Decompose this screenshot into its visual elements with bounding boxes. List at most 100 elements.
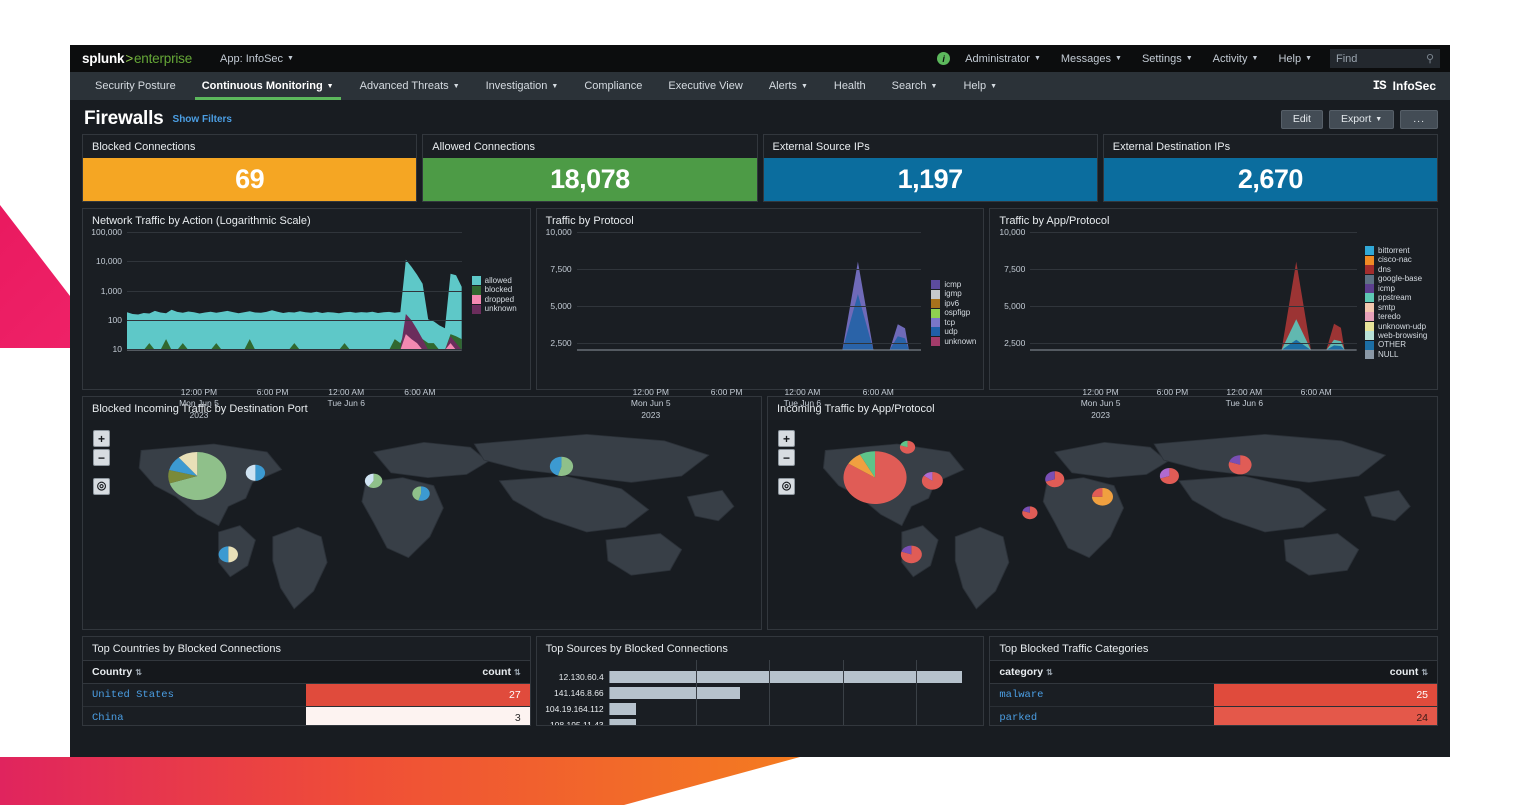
map-zoom-in-button[interactable]: +: [778, 430, 795, 447]
topbar-item-messages[interactable]: Messages▼: [1051, 53, 1132, 65]
nav-item-security-posture[interactable]: Security Posture: [82, 72, 189, 100]
kpi-external-source-ips[interactable]: External Source IPs 1,197: [763, 134, 1098, 202]
gridline: [577, 306, 922, 307]
cell-category[interactable]: parked: [990, 707, 1213, 727]
legend-item[interactable]: ipv6: [931, 299, 976, 308]
find-input[interactable]: Find ⚲: [1330, 49, 1440, 68]
legend-item[interactable]: NULL: [1365, 350, 1427, 359]
legend-item[interactable]: OTHER: [1365, 340, 1427, 349]
legend-item[interactable]: blocked: [472, 285, 517, 294]
chart-plot-traffic-by-protocol[interactable]: icmpigmpipv6ospfigptcpudpunknown 10,0007…: [577, 232, 922, 382]
legend-item[interactable]: allowed: [472, 276, 517, 285]
kpi-external-destination-ips[interactable]: External Destination IPs 2,670: [1103, 134, 1438, 202]
column-header-count-label: count: [482, 666, 511, 678]
table-row[interactable]: China 3: [83, 707, 530, 727]
chart-legend-traffic-by-app-protocol: bittorrentcisco-nacdnsgoogle-baseicmppps…: [1365, 246, 1427, 359]
nav-item-help[interactable]: Help▼: [950, 72, 1010, 100]
cell-category[interactable]: malware: [990, 684, 1213, 707]
nav-item-health[interactable]: Health: [821, 72, 879, 100]
legend-item[interactable]: cisco-nac: [1365, 255, 1427, 264]
table-row[interactable]: parked 24: [990, 707, 1437, 727]
nav-item-executive-view[interactable]: Executive View: [655, 72, 755, 100]
legend-item[interactable]: teredo: [1365, 312, 1427, 321]
map-zoom-out-button[interactable]: −: [778, 449, 795, 466]
kpi-allowed-connections[interactable]: Allowed Connections 18,078: [422, 134, 757, 202]
chart-plot-traffic-by-app-protocol[interactable]: bittorrentcisco-nacdnsgoogle-baseicmppps…: [1030, 232, 1357, 382]
show-filters-link[interactable]: Show Filters: [173, 114, 232, 125]
dashboard-header: Firewalls Show Filters Edit Export▼ ...: [70, 100, 1450, 134]
table-row[interactable]: United States 27: [83, 684, 530, 707]
column-header-count[interactable]: count⇅: [306, 661, 529, 684]
legend-item[interactable]: smtp: [1365, 303, 1427, 312]
splunk-logo[interactable]: splunk>enterprise: [82, 51, 192, 66]
nav-item-continuous-monitoring[interactable]: Continuous Monitoring▼: [189, 72, 347, 100]
more-options-button[interactable]: ...: [1400, 110, 1438, 129]
legend-item[interactable]: igmp: [931, 289, 976, 298]
legend-item[interactable]: udp: [931, 327, 976, 336]
legend-label: ppstream: [1378, 293, 1411, 302]
legend-item[interactable]: dropped: [472, 295, 517, 304]
topbar-item-help[interactable]: Help▼: [1268, 53, 1322, 65]
legend-item[interactable]: dns: [1365, 265, 1427, 274]
column-header-count[interactable]: count⇅: [1214, 661, 1437, 684]
legend-item[interactable]: icmp: [931, 280, 976, 289]
cell-country[interactable]: United States: [83, 684, 306, 707]
legend-item[interactable]: ppstream: [1365, 293, 1427, 302]
nav-item-investigation[interactable]: Investigation▼: [473, 72, 572, 100]
legend-item[interactable]: unknown-udp: [1365, 322, 1427, 331]
legend-item[interactable]: google-base: [1365, 274, 1427, 283]
x-axis-tick-label: 6:00 AM: [404, 382, 435, 398]
gridline: [843, 660, 844, 726]
column-header-category[interactable]: category⇅: [990, 661, 1213, 684]
map-reset-view-button[interactable]: ◎: [778, 478, 795, 495]
cell-country[interactable]: China: [83, 707, 306, 727]
kpi-external-destination-ips-title: External Destination IPs: [1104, 135, 1437, 158]
chart-panel-network-traffic-by-action: Network Traffic by Action (Logarithmic S…: [82, 208, 531, 390]
legend-label: unknown: [485, 304, 517, 313]
app-picker[interactable]: App: InfoSec▼: [220, 53, 294, 65]
sort-icon: ⇅: [135, 668, 142, 677]
export-button[interactable]: Export▼: [1329, 110, 1394, 129]
map-reset-view-button[interactable]: ◎: [93, 478, 110, 495]
map-zoom-out-button[interactable]: −: [93, 449, 110, 466]
map-canvas-blocked-incoming-traffic[interactable]: + − ◎: [83, 420, 761, 620]
legend-swatch: [1365, 331, 1374, 340]
legend-item[interactable]: ospfigp: [931, 308, 976, 317]
bar-chart-row[interactable]: 12.130.60.4: [541, 670, 976, 684]
kpi-blocked-connections[interactable]: Blocked Connections 69: [82, 134, 417, 202]
gridline: [1030, 306, 1357, 307]
bar-chart-row[interactable]: 141.146.8.66: [541, 686, 976, 700]
chart-plot-network-traffic-by-action[interactable]: allowedblockeddroppedunknown 100,00010,0…: [127, 232, 462, 382]
bar-chart-row[interactable]: 108.195.11.43: [541, 718, 976, 726]
topbar-item-settings[interactable]: Settings▼: [1132, 53, 1203, 65]
x-axis-tick-label: 6:00 PM: [257, 382, 289, 398]
nav-item-advanced-threats[interactable]: Advanced Threats▼: [347, 72, 473, 100]
legend-item[interactable]: unknown: [472, 304, 517, 313]
legend-swatch: [1365, 312, 1374, 321]
nav-item-alerts[interactable]: Alerts▼: [756, 72, 821, 100]
legend-item[interactable]: unknown: [931, 337, 976, 346]
edit-button[interactable]: Edit: [1281, 110, 1323, 129]
world-map-graphic: [83, 420, 761, 620]
legend-item[interactable]: icmp: [1365, 284, 1427, 293]
table-header-row: Country⇅ count⇅: [83, 661, 530, 684]
global-top-bar: splunk>enterprise App: InfoSec▼ i Admini…: [70, 45, 1450, 72]
nav-item-compliance[interactable]: Compliance: [571, 72, 655, 100]
bar-chart-row[interactable]: 104.19.164.112: [541, 702, 976, 716]
legend-label: unknown: [944, 337, 976, 346]
table-row[interactable]: malware 25: [990, 684, 1437, 707]
nav-item-health-label: Health: [834, 80, 866, 92]
legend-item[interactable]: bittorrent: [1365, 246, 1427, 255]
topbar-item-activity[interactable]: Activity▼: [1203, 53, 1269, 65]
legend-swatch: [931, 290, 940, 299]
legend-item[interactable]: tcp: [931, 318, 976, 327]
topbar-item-administrator[interactable]: Administrator▼: [955, 53, 1051, 65]
search-icon[interactable]: ⚲: [1426, 52, 1434, 65]
map-zoom-in-button[interactable]: +: [93, 430, 110, 447]
legend-item[interactable]: web-browsing: [1365, 331, 1427, 340]
y-axis-tick-label: 10,000: [546, 227, 577, 237]
bar-chart-top-sources[interactable]: 12.130.60.4 141.146.8.66 104.19.164.112 108…: [537, 660, 984, 726]
map-canvas-incoming-traffic[interactable]: + − ◎: [768, 420, 1437, 620]
column-header-country[interactable]: Country⇅: [83, 661, 306, 684]
nav-item-search[interactable]: Search▼: [879, 72, 951, 100]
